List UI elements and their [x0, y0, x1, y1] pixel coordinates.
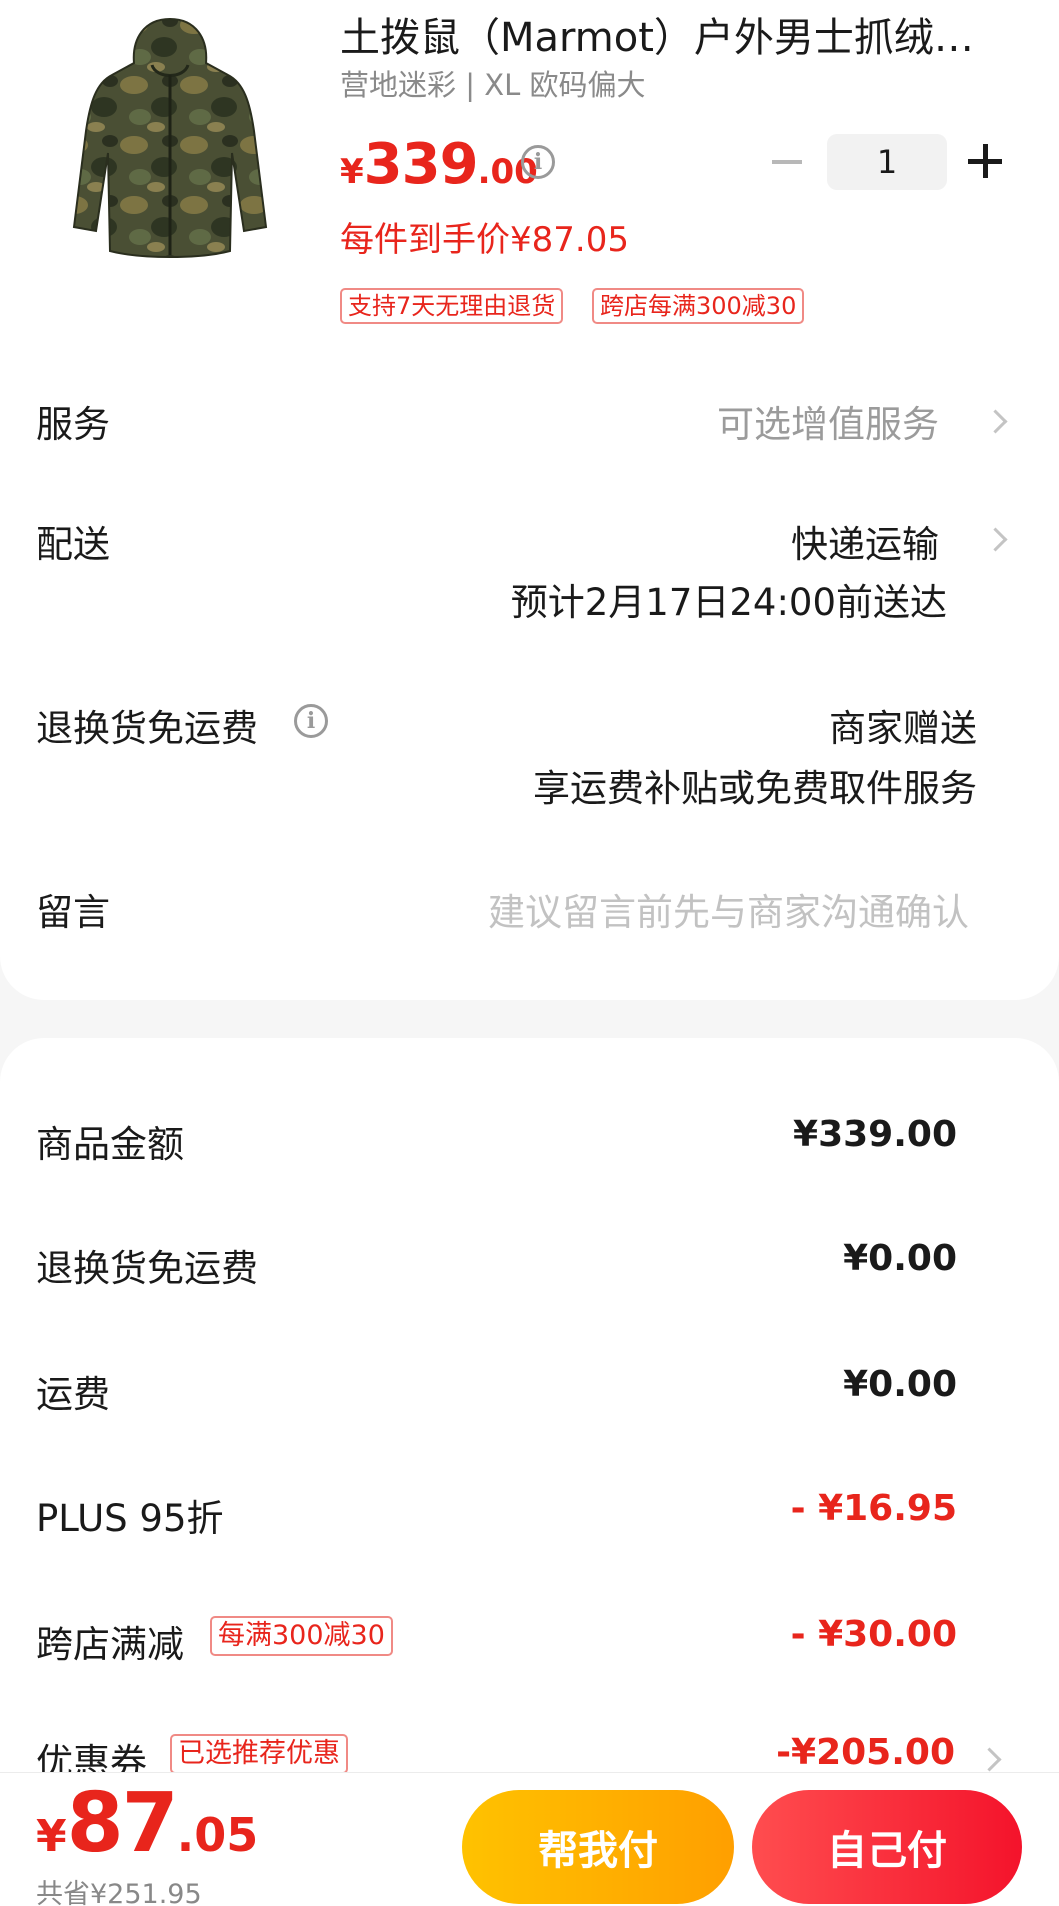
total-integer: 87 [66, 1776, 179, 1871]
product-price: ¥339.00 [340, 132, 538, 197]
quantity-input[interactable]: 1 [827, 134, 947, 190]
plus-discount-value: - ¥16.95 [790, 1488, 957, 1529]
chevron-right-icon [991, 410, 1003, 432]
coupon-tag[interactable]: 已选推荐优惠 [170, 1734, 348, 1774]
quantity-increase-button[interactable] [968, 144, 1002, 178]
total-currency: ¥ [36, 1811, 67, 1862]
message-label: 留言 [36, 891, 110, 934]
service-label: 服务 [36, 403, 110, 446]
return-freight-detail: 享运费补贴或免费取件服务 [533, 767, 977, 810]
promo-tag: 跨店每满300减30 [592, 288, 805, 324]
product-title[interactable]: 土拨鼠（Marmot）户外男士抓绒衣... [340, 10, 1000, 66]
return-freight-label: 退换货免运费 [36, 707, 258, 750]
delivery-eta: 预计2月17日24:00前送达 [510, 581, 947, 624]
delivery-method[interactable]: 快递运输 [791, 514, 939, 568]
shipping-value: ¥0.00 [843, 1364, 957, 1405]
return-freight-fee-value: ¥0.00 [843, 1238, 957, 1279]
message-input[interactable]: 建议留言前先与商家沟通确认 [488, 882, 969, 936]
price-currency: ¥ [340, 152, 364, 192]
service-selector[interactable]: 可选增值服务 [717, 394, 939, 448]
pay-myself-button[interactable]: 自己付 [752, 1790, 1022, 1904]
price-info-icon[interactable]: i [521, 145, 555, 179]
cross-store-discount-value: - ¥30.00 [790, 1614, 957, 1655]
delivery-label: 配送 [36, 523, 110, 566]
return-freight-value: 商家赠送 [829, 707, 977, 750]
product-image[interactable] [50, 8, 290, 280]
total-saved: 共省¥251.95 [36, 1879, 202, 1906]
order-confirm-page: 土拨鼠（Marmot）户外男士抓绒衣... 营地迷彩 | XL 欧码偏大 ¥33… [0, 0, 1059, 1906]
goods-amount-value: ¥339.00 [793, 1114, 957, 1155]
price-integer: 339 [363, 132, 479, 197]
per-item-price: 每件到手价¥87.05 [340, 220, 629, 260]
return-freight-fee-label: 退换货免运费 [36, 1247, 258, 1290]
goods-amount-label: 商品金额 [36, 1123, 184, 1166]
chevron-right-icon [985, 1748, 997, 1770]
total-decimal: .05 [176, 1808, 259, 1862]
return-freight-info-icon[interactable]: i [294, 704, 328, 738]
return-policy-tag: 支持7天无理由退货 [340, 288, 564, 324]
help-me-pay-button[interactable]: 帮我付 [462, 1790, 734, 1904]
total-price: ¥87.05 [36, 1776, 258, 1871]
plus-discount-label: PLUS 95折 [36, 1497, 224, 1540]
cross-store-discount-label: 跨店满减 [36, 1623, 184, 1666]
jacket-image [72, 17, 268, 258]
product-variant[interactable]: 营地迷彩 | XL 欧码偏大 [340, 62, 645, 104]
coupon-value[interactable]: -¥205.00 [776, 1732, 955, 1773]
order-card: 土拨鼠（Marmot）户外男士抓绒衣... 营地迷彩 | XL 欧码偏大 ¥33… [0, 0, 1059, 1000]
quantity-decrease-button[interactable] [770, 145, 804, 179]
shipping-label: 运费 [36, 1373, 110, 1416]
chevron-right-icon [991, 528, 1003, 550]
cross-store-tag: 每满300减30 [210, 1616, 393, 1656]
